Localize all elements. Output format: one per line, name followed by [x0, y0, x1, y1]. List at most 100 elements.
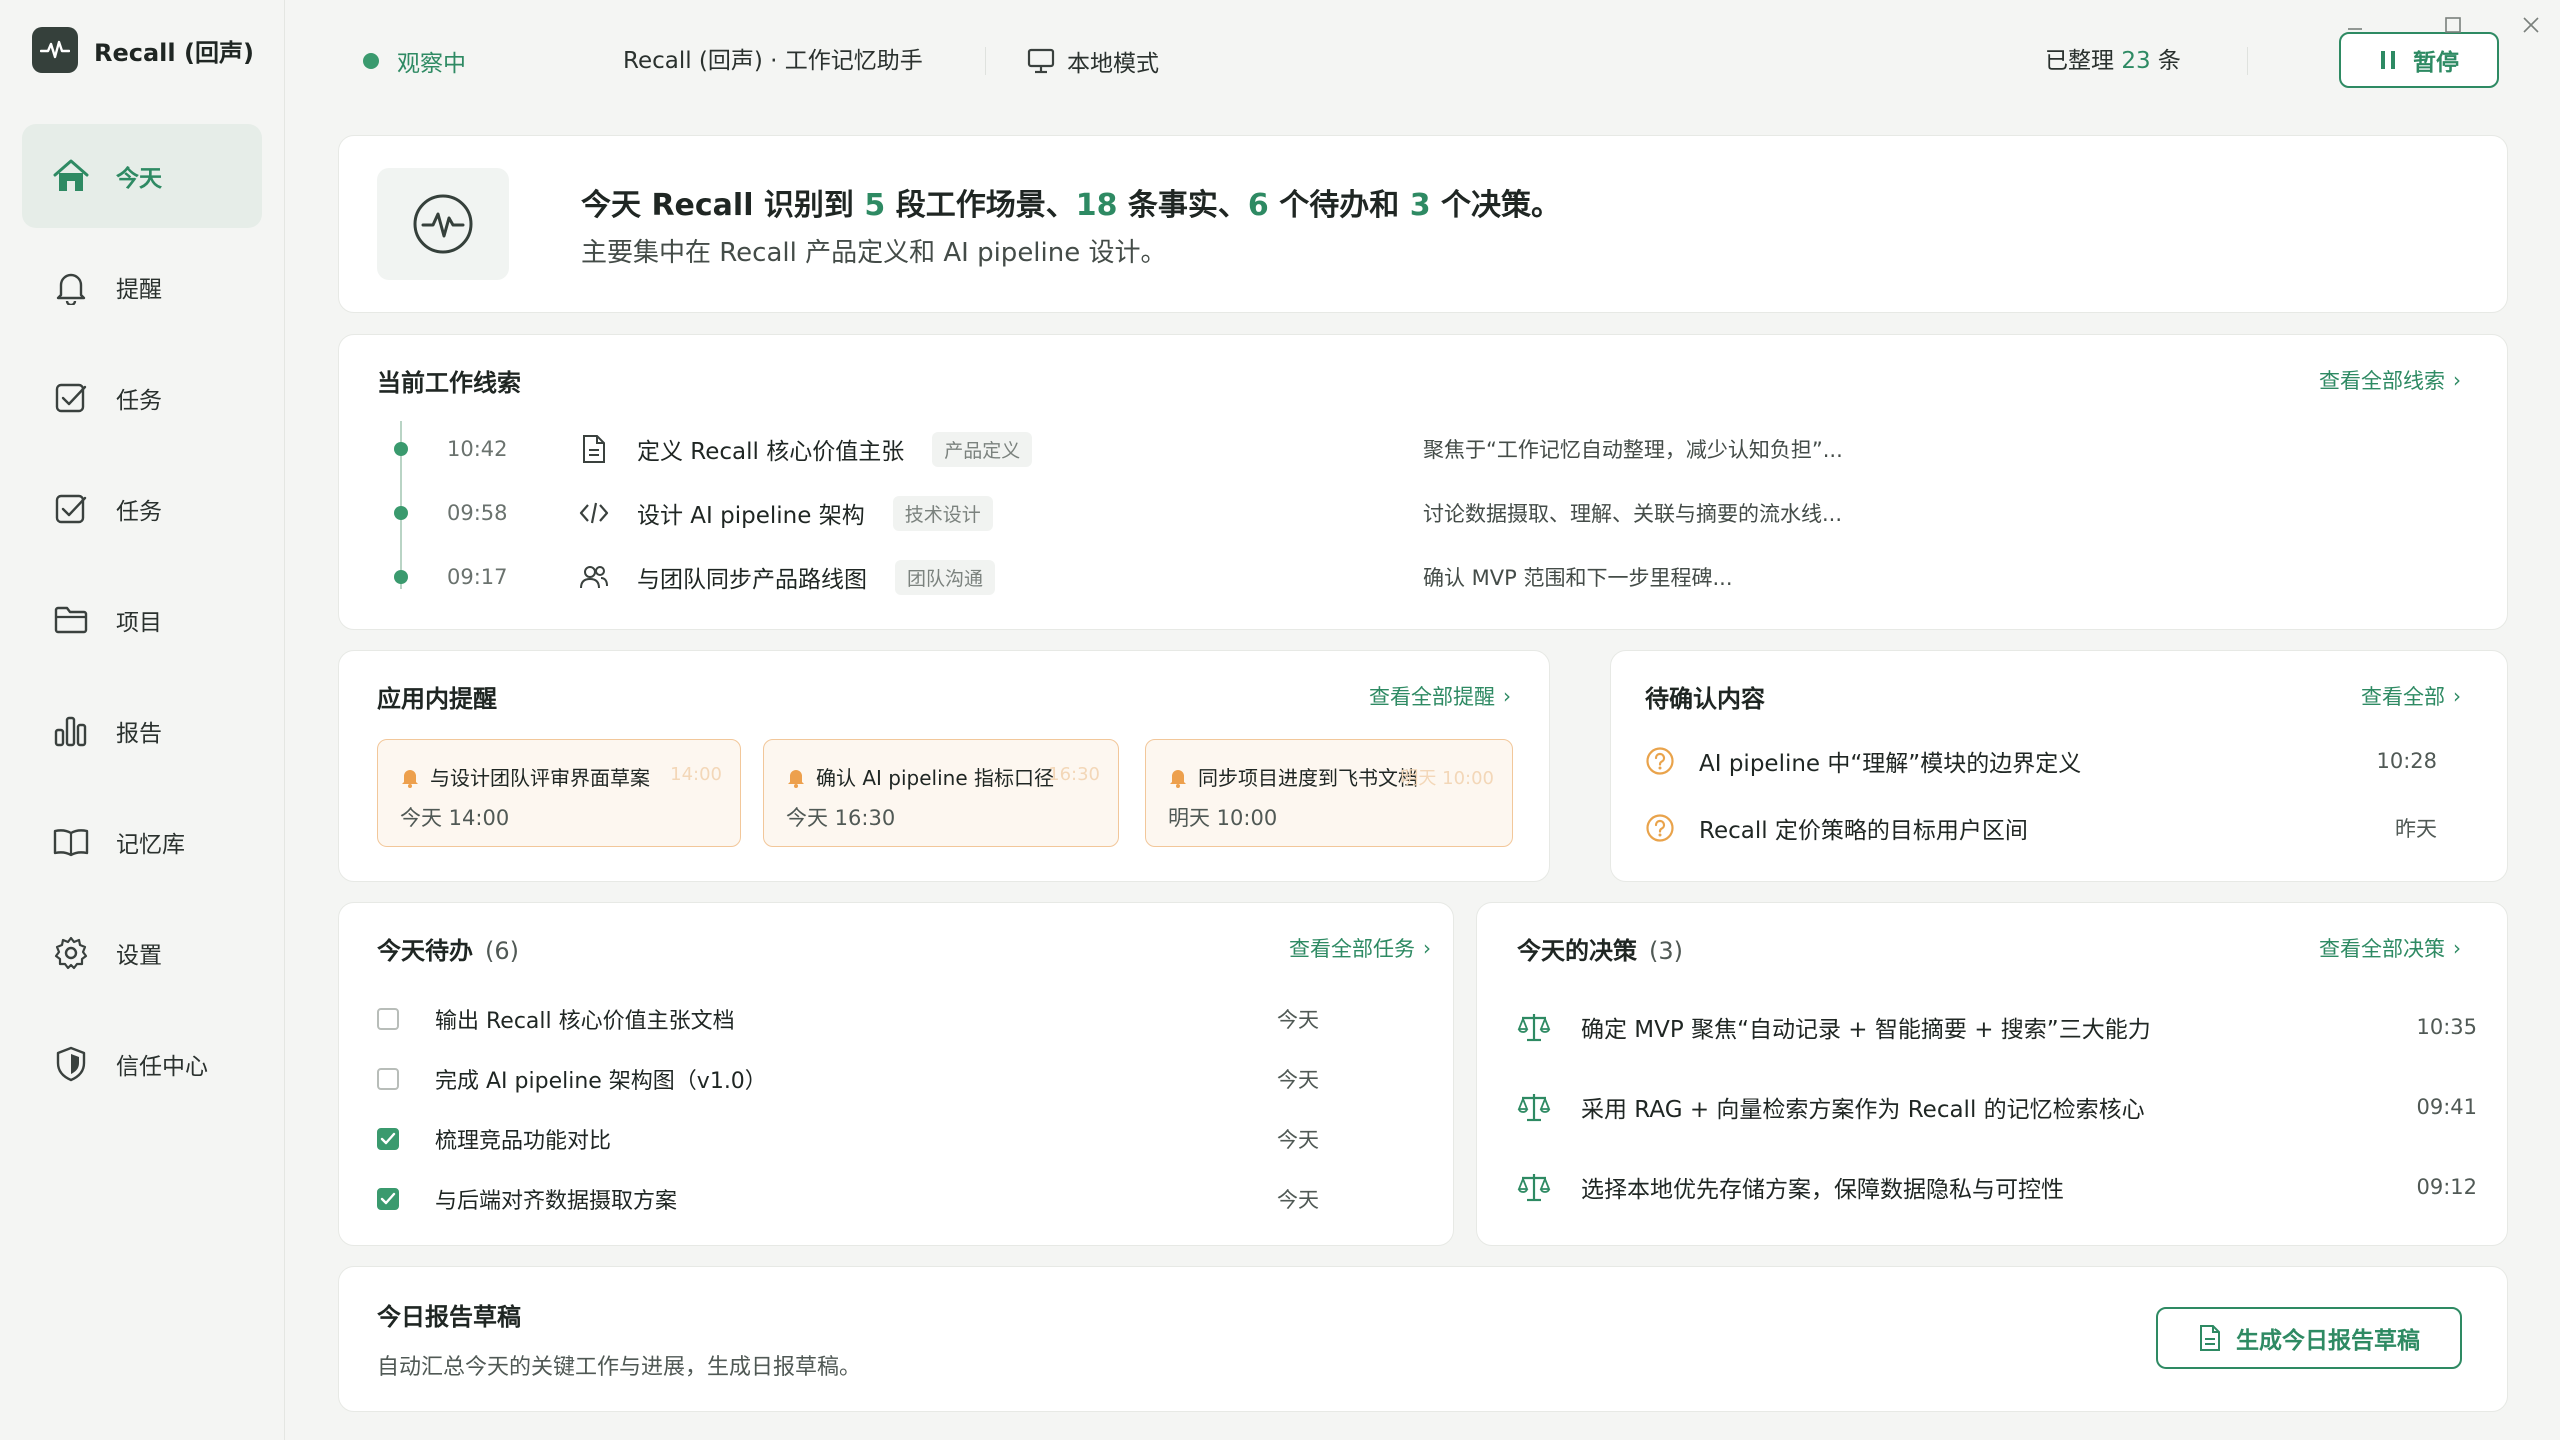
sidebar-item-memory[interactable]: 记忆库 [22, 790, 262, 894]
sidebar-item-label: 信任中心 [116, 1054, 208, 1080]
bar-chart-icon [52, 712, 90, 750]
logo-pulse-icon [32, 27, 78, 73]
sidebar-item-tasks-2[interactable]: 任务 [22, 457, 262, 561]
thread-tag: 技术设计 [892, 495, 993, 531]
thread-tag: 团队沟通 [895, 559, 996, 595]
reminder-time: 明天 10:00 [1168, 806, 1278, 830]
pending-item[interactable]: AI pipeline 中“理解”模块的边界定义 10:28 [1645, 741, 2437, 781]
reminder-card[interactable]: 同步项目进度到飞书文档 明天 10:00 明天 10:00 [1145, 739, 1513, 847]
view-all-threads-link[interactable]: 查看全部线索 › [2319, 365, 2461, 395]
sidebar-item-label: 设置 [116, 943, 162, 969]
todo-item[interactable]: 与后端对齐数据摄取方案 今天 [377, 1181, 1387, 1217]
card-title: 今日报告草稿 [377, 1303, 521, 1331]
sidebar-item-trust-center[interactable]: 信任中心 [22, 1012, 262, 1116]
divider [985, 47, 986, 75]
reminder-card[interactable]: 确认 AI pipeline 指标口径 16:30 今天 16:30 [763, 739, 1119, 847]
pending-confirmation-card: 待确认内容 查看全部 › AI pipeline 中“理解”模块的边界定义 10:… [1610, 650, 2508, 882]
decision-count: (3) [1649, 937, 1683, 965]
thread-title-text: 设计 AI pipeline 架构 [637, 503, 865, 529]
daily-summary-card: 今天 Recall 识别到 5 段工作场景、18 条事实、6 个待办和 3 个决… [338, 135, 2508, 313]
reminder-time: 今天 14:00 [400, 806, 510, 830]
todo-checkbox[interactable] [377, 1008, 399, 1030]
minimize-button[interactable] [2335, 10, 2375, 40]
todo-when: 今天 [1277, 1188, 1319, 1212]
sidebar-item-projects[interactable]: 项目 [22, 568, 262, 672]
sidebar-item-label: 今天 [116, 166, 162, 192]
thread-title: 定义 Recall 核心价值主张 产品定义 [637, 431, 1033, 467]
reminder-card[interactable]: 与设计团队评审界面草案 14:00 今天 14:00 [377, 739, 741, 847]
summary-pulse-icon [377, 168, 509, 280]
decision-time: 09:41 [2416, 1095, 2477, 1119]
checkbox-icon [52, 379, 90, 417]
bell-icon [788, 769, 804, 788]
reminder-faded-time: 明天 10:00 [1400, 768, 1494, 789]
sidebar-item-tasks[interactable]: 任务 [22, 346, 262, 450]
close-icon [2523, 17, 2539, 33]
summary-headline: 今天 Recall 识别到 5 段工作场景、18 条事实、6 个待办和 3 个决… [581, 180, 1561, 224]
maximize-button[interactable] [2433, 10, 2473, 40]
pending-item[interactable]: Recall 定价策略的目标用户区间 昨天 [1645, 808, 2437, 848]
bell-icon [52, 268, 90, 306]
view-all-pending-link[interactable]: 查看全部 › [2361, 681, 2461, 711]
thread-title: 设计 AI pipeline 架构 技术设计 [637, 495, 993, 531]
chevron-right-icon: › [1503, 684, 1511, 708]
reminder-faded-time: 14:00 [670, 764, 722, 785]
todo-item[interactable]: 输出 Recall 核心价值主张文档 今天 [377, 1001, 1387, 1037]
reminder-title: 同步项目进度到飞书文档 [1168, 762, 1418, 791]
sidebar-item-reports[interactable]: 报告 [22, 679, 262, 783]
view-all-tasks-link[interactable]: 查看全部任务 › [1289, 933, 1431, 963]
reminder-title: 确认 AI pipeline 指标口径 [786, 762, 1054, 791]
thread-row[interactable]: 10:42 定义 Recall 核心价值主张 产品定义 聚焦于“工作记忆自动整理，… [339, 429, 2507, 469]
local-mode-indicator[interactable]: 本地模式 [1027, 44, 1159, 78]
sidebar-item-reminders[interactable]: 提醒 [22, 235, 262, 339]
sidebar-item-settings[interactable]: 设置 [22, 901, 262, 1005]
todo-when: 今天 [1277, 1128, 1319, 1152]
brand[interactable]: Recall (回声) [32, 26, 254, 74]
card-title: 应用内提醒 [377, 685, 497, 713]
question-icon [1646, 814, 1674, 842]
summary-text: 条事实、 [1127, 188, 1248, 223]
observing-status[interactable]: 观察中 [363, 44, 466, 78]
card-title: 当前工作线索 [377, 369, 521, 397]
close-button[interactable] [2511, 10, 2551, 40]
check-icon [380, 1132, 396, 1145]
generate-report-button[interactable]: 生成今日报告草稿 [2156, 1307, 2462, 1369]
todo-text: 完成 AI pipeline 架构图（v1.0） [435, 1069, 767, 1094]
todo-checkbox[interactable] [377, 1068, 399, 1090]
todo-checkbox-checked[interactable] [377, 1188, 399, 1210]
sidebar-item-today[interactable]: 今天 [22, 124, 262, 228]
todo-text: 梳理竞品功能对比 [435, 1129, 612, 1154]
decision-text: 采用 RAG + 向量检索方案作为 Recall 的记忆检索核心 [1581, 1097, 2145, 1123]
view-all-decisions-link[interactable]: 查看全部决策 › [2319, 933, 2461, 963]
view-all-reminders-link[interactable]: 查看全部提醒 › [1369, 681, 1511, 711]
todo-count: (6) [485, 937, 519, 965]
top-bar: 观察中 Recall (回声) · 工作记忆助手 本地模式 已整理 23 条 暂… [285, 0, 2560, 124]
status-dot-icon [363, 53, 379, 69]
link-label: 查看全部线索 [2319, 369, 2445, 393]
decision-item[interactable]: 采用 RAG + 向量检索方案作为 Recall 的记忆检索核心 09:41 [1517, 1087, 2477, 1127]
report-description: 自动汇总今天的关键工作与进展，生成日报草稿。 [377, 1355, 862, 1380]
card-title-text: 今天待办 [377, 937, 473, 965]
processed-suffix: 条 [2157, 48, 2181, 74]
thread-description: 确认 MVP 范围和下一步里程碑... [1423, 566, 1733, 590]
divider [2247, 47, 2248, 75]
code-icon [579, 498, 609, 528]
decision-item[interactable]: 选择本地优先存储方案，保障数据隐私与可控性 09:12 [1517, 1167, 2477, 1207]
todo-item[interactable]: 完成 AI pipeline 架构图（v1.0） 今天 [377, 1061, 1387, 1097]
thread-row[interactable]: 09:17 与团队同步产品路线图 团队沟通 确认 MVP 范围和下一步里程碑... [339, 557, 2507, 597]
todo-when: 今天 [1277, 1008, 1319, 1032]
gear-icon [52, 934, 90, 972]
todo-checkbox-checked[interactable] [377, 1128, 399, 1150]
document-icon [579, 434, 609, 464]
summary-number: 3 [1409, 188, 1431, 223]
sidebar-nav: 今天 提醒 任务 任务 项目 报告 记忆库 设置 信任中心 [22, 124, 262, 1123]
reminder-faded-time: 16:30 [1048, 764, 1100, 785]
pending-time: 10:28 [2376, 749, 2437, 773]
timeline-dot [394, 570, 408, 584]
summary-subline: 主要集中在 Recall 产品定义和 AI pipeline 设计。 [581, 238, 1167, 268]
todo-item[interactable]: 梳理竞品功能对比 今天 [377, 1121, 1387, 1157]
pause-button[interactable]: 暂停 [2339, 32, 2499, 88]
decision-item[interactable]: 确定 MVP 聚焦“自动记录 + 智能摘要 + 搜索”三大能力 10:35 [1517, 1007, 2477, 1047]
generate-report-label: 生成今日报告草稿 [2236, 1328, 2420, 1354]
thread-row[interactable]: 09:58 设计 AI pipeline 架构 技术设计 讨论数据摄取、理解、关联… [339, 493, 2507, 533]
